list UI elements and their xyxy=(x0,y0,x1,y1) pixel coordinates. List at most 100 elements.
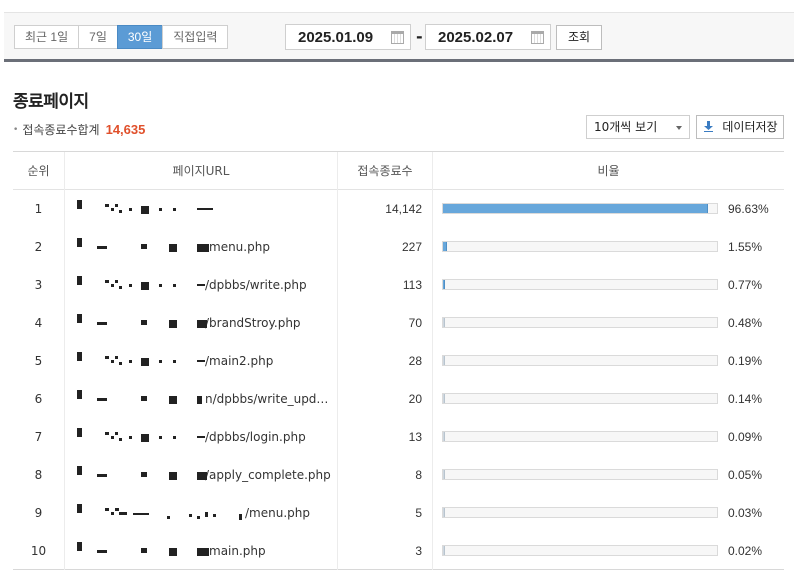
redacted-domain xyxy=(77,380,215,418)
ratio-bar-fill xyxy=(443,318,445,327)
download-icon xyxy=(704,121,713,132)
ratio-bar-fill xyxy=(443,545,445,555)
ratio-percent: 0.03% xyxy=(728,506,763,520)
header-url[interactable]: 페이지URL xyxy=(65,152,338,190)
url-text: menu.php xyxy=(209,240,270,254)
url-cell[interactable]: main.php xyxy=(65,531,338,570)
ratio-percent: 0.09% xyxy=(728,430,763,444)
period-button-custom[interactable]: 직접입력 xyxy=(162,25,229,49)
url-text: /apply_complete.php xyxy=(205,468,331,482)
count-cell: 227 xyxy=(338,228,433,266)
ratio-bar-track xyxy=(442,317,718,328)
table-row: 10 main.php 3 0.02% xyxy=(13,531,784,570)
url-cell[interactable]: /apply_complete.php xyxy=(65,456,338,494)
ratio-percent: 0.05% xyxy=(728,468,763,482)
ratio-bar-fill xyxy=(443,204,708,213)
ratio-bar-track xyxy=(442,241,718,252)
redacted-domain xyxy=(77,228,215,266)
header-count[interactable]: 접속종료수 xyxy=(338,152,433,190)
redacted-domain xyxy=(77,304,215,342)
url-cell[interactable]: /dpbbs/login.php xyxy=(65,418,338,456)
url-text: n/dpbbs/write_update.php xyxy=(205,392,337,406)
period-button-1day[interactable]: 최근 1일 xyxy=(14,25,80,49)
count-cell: 28 xyxy=(338,342,433,380)
ratio-percent: 1.55% xyxy=(728,240,763,254)
redacted-domain xyxy=(77,266,215,304)
ratio-cell: 0.09% xyxy=(433,418,784,456)
ratio-cell: 0.02% xyxy=(433,532,784,570)
period-button-30days[interactable]: 30일 xyxy=(116,25,164,49)
ratio-bar-track xyxy=(442,507,718,518)
exit-page-table: 순위 페이지URL 접속종료수 비율 1 14,142 96.63% 2 menu.ph… xyxy=(13,151,784,570)
redacted-domain xyxy=(77,456,215,494)
ratio-percent: 0.14% xyxy=(728,392,763,406)
url-text: /dpbbs/login.php xyxy=(205,430,306,444)
url-cell[interactable]: /main2.php xyxy=(65,342,338,380)
ratio-cell: 0.14% xyxy=(433,380,784,418)
ratio-bar-track xyxy=(442,279,718,290)
page-size-value: 10개씩 보기 xyxy=(594,120,658,134)
ratio-bar-fill xyxy=(443,470,445,479)
ratio-bar-track xyxy=(442,544,718,556)
header-ratio[interactable]: 비율 xyxy=(433,152,784,190)
end-date-value: 2025.02.07 xyxy=(438,29,514,46)
redacted-domain xyxy=(77,342,215,380)
section-title: 종료페이지 xyxy=(13,92,89,112)
ratio-bar-track xyxy=(442,393,718,404)
count-cell: 13 xyxy=(338,418,433,456)
url-cell[interactable] xyxy=(65,190,338,228)
ratio-cell: 1.55% xyxy=(433,228,784,266)
url-cell[interactable]: menu.php xyxy=(65,228,338,266)
search-button[interactable]: 조회 xyxy=(556,25,603,50)
table-row: 6 n/dpbbs/write_update.php20 0.14% xyxy=(13,380,784,418)
url-cell[interactable]: /dpbbs/write.php xyxy=(65,266,338,304)
ratio-bar-fill xyxy=(443,242,447,251)
ratio-bar-fill xyxy=(443,280,445,289)
ratio-cell: 0.03% xyxy=(433,494,784,532)
calendar-icon[interactable] xyxy=(391,31,404,44)
rank-cell: 5 xyxy=(13,342,65,380)
calendar-icon[interactable] xyxy=(531,31,544,44)
rank-cell: 10 xyxy=(13,531,65,570)
url-cell[interactable]: /menu.php xyxy=(65,494,338,532)
url-text: /brandStroy.php xyxy=(205,316,301,330)
url-text: /main2.php xyxy=(205,354,274,368)
count-cell: 113 xyxy=(338,266,433,304)
count-cell: 3 xyxy=(338,531,433,570)
table-row: 1 14,142 96.63% xyxy=(13,190,784,228)
url-cell[interactable]: n/dpbbs/write_update.php xyxy=(65,380,338,418)
page-size-select[interactable]: 10개씩 보기 xyxy=(586,115,690,139)
rank-cell: 2 xyxy=(13,228,65,266)
save-data-label: 데이터저장 xyxy=(722,120,778,134)
ratio-cell: 96.63% xyxy=(433,190,784,228)
ratio-percent: 0.19% xyxy=(728,354,763,368)
count-cell: 8 xyxy=(338,456,433,494)
period-button-7days[interactable]: 7일 xyxy=(78,25,118,49)
start-date-field[interactable]: 2025.01.09 xyxy=(285,24,411,50)
count-cell: 20 xyxy=(338,380,433,418)
count-cell: 70 xyxy=(338,304,433,342)
ratio-bar-track xyxy=(442,469,718,480)
filter-bar: 최근 1일 7일 30일 직접입력 2025.01.09 - 2025.02.0… xyxy=(4,12,794,62)
url-cell[interactable]: /brandStroy.php xyxy=(65,304,338,342)
end-date-field[interactable]: 2025.02.07 xyxy=(425,24,551,50)
ratio-percent: 0.77% xyxy=(728,278,763,292)
summary-label: 접속종료수합계 xyxy=(22,123,100,137)
ratio-bar-fill xyxy=(443,508,445,517)
ratio-bar-fill xyxy=(443,356,445,365)
rank-cell: 7 xyxy=(13,418,65,456)
date-separator: - xyxy=(416,27,423,46)
count-cell: 5 xyxy=(338,494,433,532)
rank-cell: 1 xyxy=(13,190,65,228)
url-text: /menu.php xyxy=(245,506,310,520)
period-selector: 최근 1일 7일 30일 직접입력 xyxy=(14,25,229,49)
table-header: 순위 페이지URL 접속종료수 비율 xyxy=(13,152,784,190)
ratio-bar-track xyxy=(442,431,718,442)
rank-cell: 3 xyxy=(13,266,65,304)
start-date-value: 2025.01.09 xyxy=(298,29,374,46)
ratio-percent: 0.48% xyxy=(728,316,763,330)
ratio-bar-track xyxy=(442,355,718,366)
header-rank[interactable]: 순위 xyxy=(13,152,65,190)
save-data-button[interactable]: 데이터저장 xyxy=(696,115,784,139)
ratio-percent: 0.02% xyxy=(728,543,763,558)
